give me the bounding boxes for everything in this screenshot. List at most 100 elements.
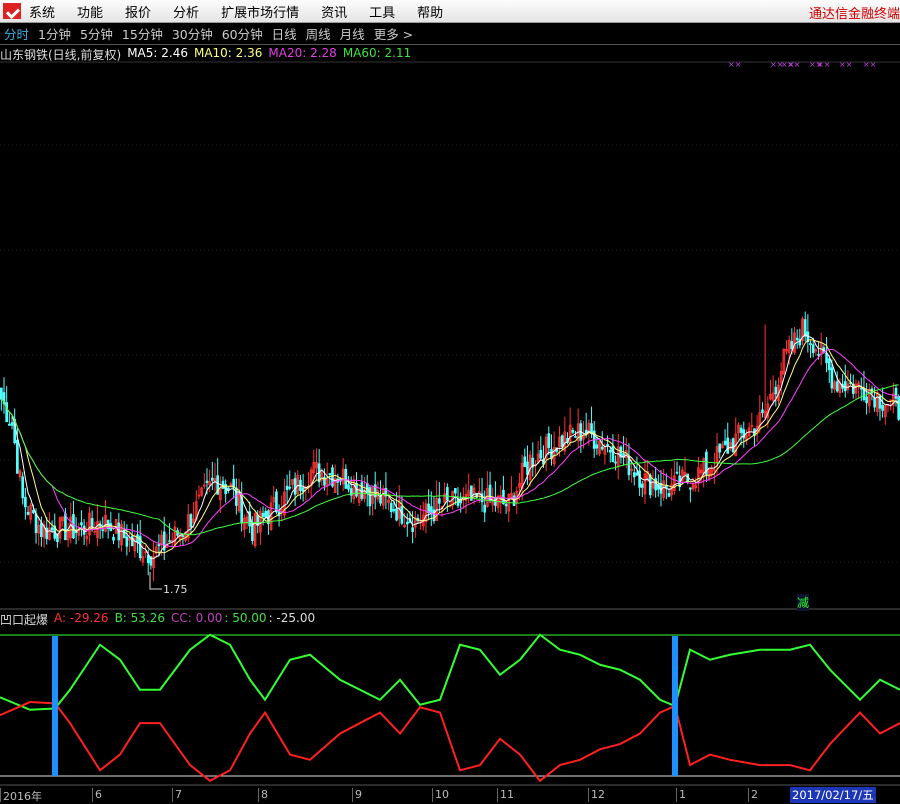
candle-down xyxy=(392,509,396,512)
axis-tick-label: 2 xyxy=(748,788,758,802)
signal-marker: ×× xyxy=(839,60,852,69)
candle-down xyxy=(168,540,171,543)
axis-tick-label: 11 xyxy=(497,788,514,802)
candle-down xyxy=(293,478,297,495)
candle-down xyxy=(595,444,599,449)
axis-tick-label: 12 xyxy=(588,788,605,802)
signal-marker: ×× xyxy=(863,60,876,69)
candle-down xyxy=(523,456,527,468)
indicator-b: B: 53.26 xyxy=(114,611,166,625)
candle-down xyxy=(328,473,332,475)
candle-down xyxy=(347,484,350,490)
candle-down xyxy=(26,511,30,515)
signal-marker: ×× xyxy=(728,60,741,69)
candle-down xyxy=(288,486,292,489)
candle-down xyxy=(881,404,884,411)
candle-down xyxy=(640,483,644,488)
candle-down xyxy=(411,527,414,532)
candle-down xyxy=(40,522,43,538)
indicator-name[interactable]: 凹口起爆 xyxy=(0,611,48,628)
signal-marker: ×× xyxy=(817,60,830,69)
ma5-line xyxy=(1,333,900,560)
candle-down xyxy=(136,534,139,543)
candle-down xyxy=(445,487,449,501)
candle-down xyxy=(825,352,828,364)
stock-title: 山东钢铁(日线,前复权) xyxy=(0,48,122,62)
ma20-line xyxy=(1,348,899,548)
buy-signal-bar xyxy=(672,636,678,776)
candle-down xyxy=(803,319,807,337)
candle-down xyxy=(830,367,834,389)
candle-down xyxy=(859,387,863,390)
candle-down xyxy=(790,341,794,350)
candle-down xyxy=(865,396,868,404)
candle-down xyxy=(32,510,35,514)
low-price-pointer xyxy=(149,572,162,590)
axis-tick-label: 8 xyxy=(258,788,268,802)
indicator-cc: CC: 0.00 xyxy=(171,611,223,625)
candle-down xyxy=(64,513,67,541)
signal-label: 减 xyxy=(797,594,810,611)
indicator-m25: : -25.00 xyxy=(268,611,316,625)
candle-down xyxy=(635,472,639,476)
candle-down xyxy=(739,427,743,433)
candle-down xyxy=(34,513,38,533)
candle-down xyxy=(275,491,278,513)
candle-down xyxy=(56,534,59,543)
candle-down xyxy=(843,381,847,392)
candle-down xyxy=(571,430,575,433)
indicator-info-bar: 凹口起爆 A: -29.26 B: 53.26 CC: 0.00 : 50.00… xyxy=(0,611,315,628)
candle-down xyxy=(210,477,214,481)
candle-down xyxy=(80,522,83,526)
candle-down xyxy=(389,502,393,512)
candle-down xyxy=(632,472,636,478)
candle-down xyxy=(606,444,609,446)
candle-down xyxy=(344,468,348,489)
ma20-value: MA20: 2.28 xyxy=(268,46,337,60)
candle-down xyxy=(835,381,839,392)
candle-down xyxy=(205,480,209,484)
indicator-a-line xyxy=(0,701,900,783)
candle-down xyxy=(90,518,94,527)
axis-tick-label: 10 xyxy=(432,788,449,802)
candle-down xyxy=(723,440,727,445)
candle-down xyxy=(539,449,543,459)
candle-down xyxy=(405,521,409,525)
candle-down xyxy=(731,438,735,453)
candle-down xyxy=(547,433,551,448)
candle-down xyxy=(611,445,615,463)
candle-down xyxy=(157,543,161,547)
candle-down xyxy=(432,509,436,522)
date-axis: 2016年 6 7 8 9 10 11 12 1 2 2017/02/17/五 xyxy=(0,786,900,803)
indicator-50: : 50.00 xyxy=(224,611,267,625)
candle-down xyxy=(718,443,722,453)
candle-down xyxy=(72,514,75,539)
candle-down xyxy=(50,527,54,531)
candle-down xyxy=(809,343,812,346)
candle-down xyxy=(101,529,105,532)
candle-down xyxy=(560,435,564,448)
axis-tick-label: 7 xyxy=(172,788,182,802)
indicator-a: A: -29.26 xyxy=(54,611,109,625)
kline-chart[interactable]: ×× ×××××× ×××× ×× ×× xyxy=(0,0,900,802)
candle-down xyxy=(130,535,134,547)
axis-tick-label: 2016年 xyxy=(0,788,42,803)
axis-tick-label: 9 xyxy=(352,788,362,802)
ma60-value: MA60: 2.11 xyxy=(342,46,412,60)
candle-down xyxy=(125,536,129,547)
candle-down xyxy=(675,471,679,474)
candle-down xyxy=(454,488,457,494)
candle-down xyxy=(811,344,815,354)
candle-down xyxy=(189,514,193,528)
candle-down xyxy=(667,493,671,497)
candle-down xyxy=(360,482,364,499)
candle-down xyxy=(8,423,11,426)
candle-down xyxy=(504,503,508,507)
candle-down xyxy=(16,439,19,474)
current-date-label: 2017/02/17/五 xyxy=(790,787,876,803)
candle-down xyxy=(774,386,778,395)
candle-down xyxy=(761,409,764,414)
indicator-b-line xyxy=(0,633,900,711)
candle-down xyxy=(181,535,185,537)
candle-down xyxy=(873,398,876,408)
